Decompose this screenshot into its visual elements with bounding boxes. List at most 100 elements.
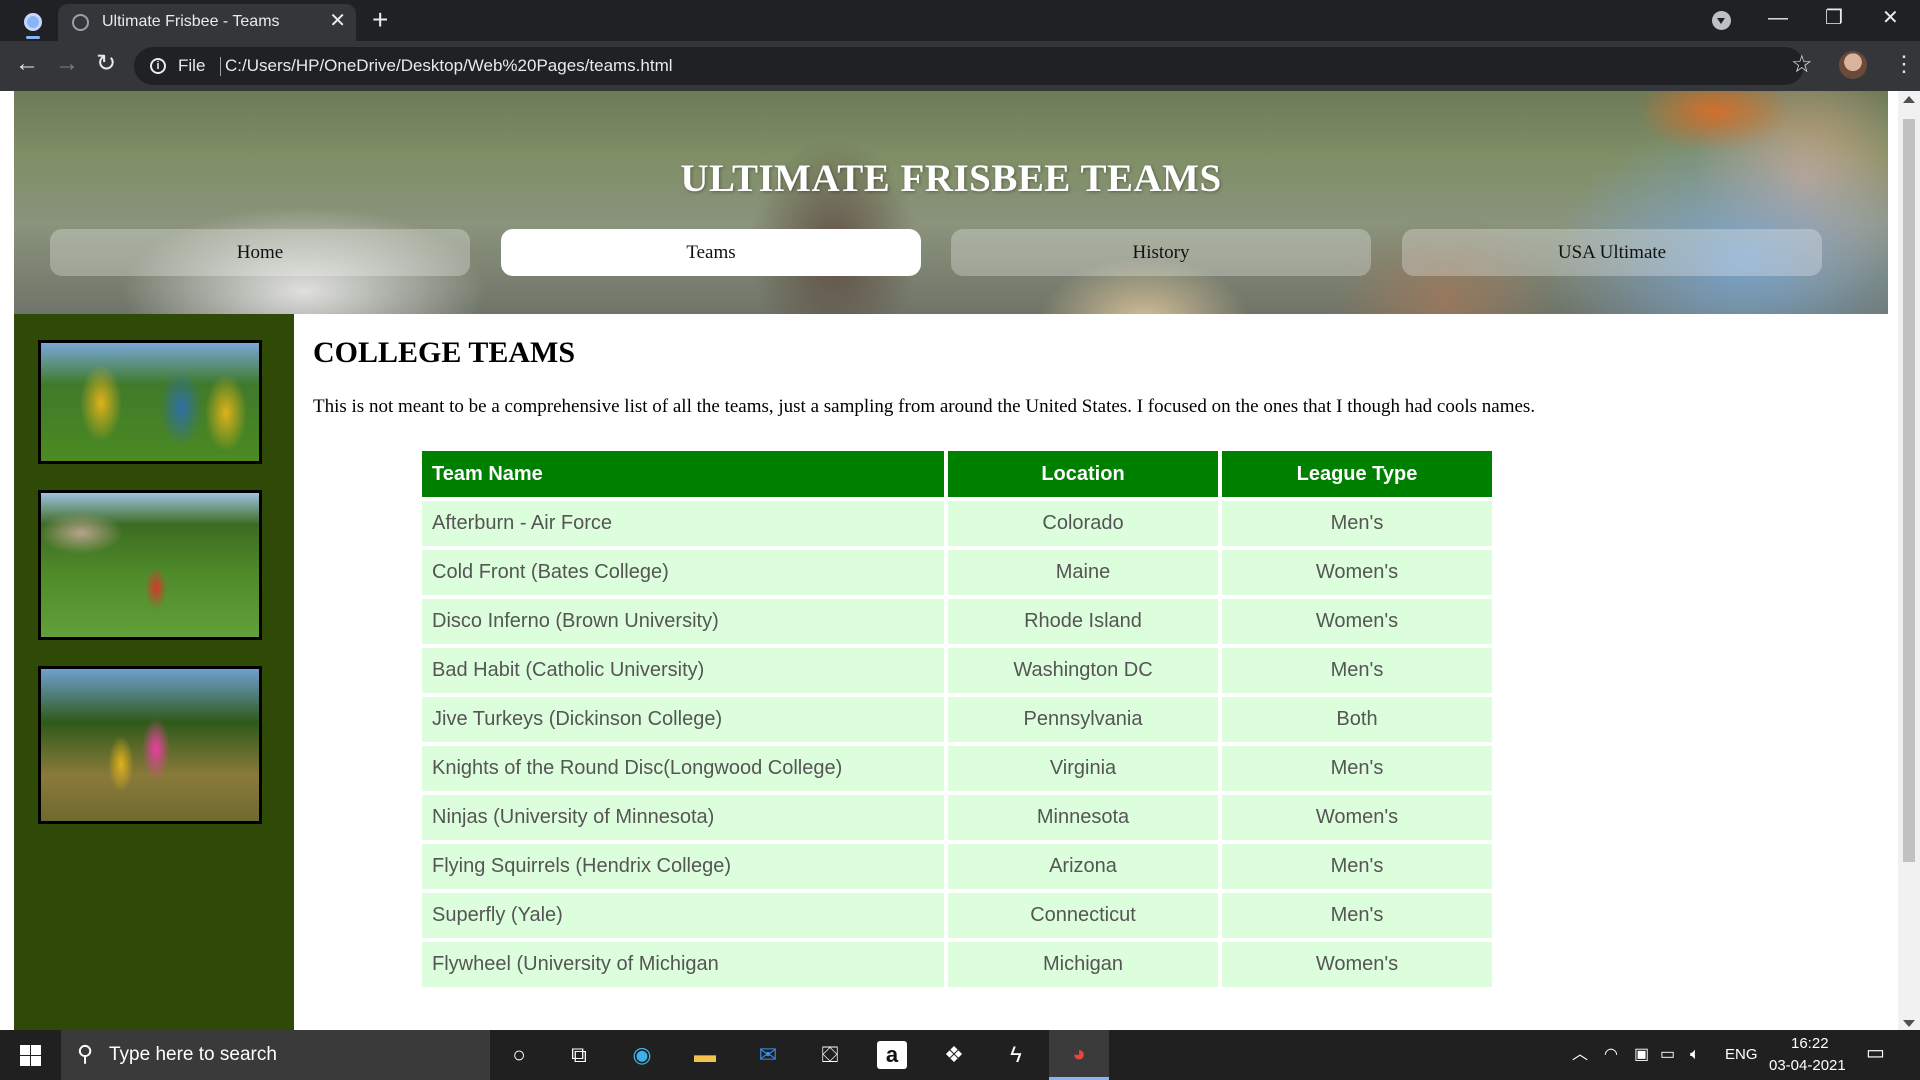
page-scrollbar[interactable]	[1898, 91, 1920, 1030]
page-header-banner: ULTIMATE FRISBEE TEAMS Home Teams Histor…	[14, 91, 1888, 314]
table-row: Disco Inferno (Brown University) Rhode I…	[422, 599, 1492, 644]
browser-tab-strip: Ultimate Frisbee - Teams ✕ + — ❐ ✕	[0, 0, 1920, 41]
scroll-up-arrow-icon[interactable]	[1903, 96, 1915, 103]
frisbee-game-photo	[38, 666, 262, 824]
team-name-cell: Afterburn - Air Force	[422, 501, 944, 546]
table-row: Afterburn - Air Force Colorado Men's	[422, 501, 1492, 546]
table-row: Jive Turkeys (Dickinson College) Pennsyl…	[422, 697, 1492, 742]
table-header-row: Team Name Location League Type	[422, 451, 1492, 497]
team-name-cell: Flywheel (University of Michigan	[422, 942, 944, 987]
intro-paragraph: This is not meant to be a comprehensive …	[313, 396, 1536, 417]
frisbee-players-photo	[38, 340, 262, 464]
edge-icon[interactable]: ◉	[627, 1041, 657, 1069]
url-text[interactable]: C:/Users/HP/OneDrive/Desktop/Web%20Pages…	[225, 56, 673, 76]
nav-usa-ultimate[interactable]: USA Ultimate	[1402, 229, 1822, 276]
location-cell: Michigan	[948, 942, 1218, 987]
table-row: Flying Squirrels (Hendrix College) Arizo…	[422, 844, 1492, 889]
location-cell: Connecticut	[948, 893, 1218, 938]
notification-icon[interactable]: ▭	[1866, 1043, 1885, 1063]
chrome-taskbar-button[interactable]: ◕	[1049, 1030, 1109, 1080]
location-cell: Colorado	[948, 501, 1218, 546]
location-cell: Rhode Island	[948, 599, 1218, 644]
language-indicator[interactable]: ENG	[1725, 1046, 1758, 1063]
forward-arrow-icon[interactable]: →	[55, 49, 79, 79]
nav-teams[interactable]: Teams	[501, 229, 921, 276]
tab-search-icon[interactable]	[24, 13, 42, 31]
league-type-cell: Men's	[1222, 893, 1492, 938]
taskbar-search-box[interactable]: ⚲ Type here to search	[61, 1030, 490, 1080]
address-bar[interactable]: i File C:/Users/HP/OneDrive/Desktop/Web%…	[134, 47, 1804, 85]
close-tab-icon[interactable]: ✕	[329, 9, 346, 33]
league-type-cell: Women's	[1222, 550, 1492, 595]
scroll-down-arrow-icon[interactable]	[1903, 1020, 1915, 1027]
team-name-cell: Disco Inferno (Brown University)	[422, 599, 944, 644]
column-header-team-name: Team Name	[422, 451, 944, 497]
new-tab-button[interactable]: +	[372, 4, 388, 36]
location-cell: Washington DC	[948, 648, 1218, 693]
location-cell: Pennsylvania	[948, 697, 1218, 742]
location-cell: Virginia	[948, 746, 1218, 791]
sidebar	[14, 314, 294, 1030]
scrollbar-thumb[interactable]	[1903, 119, 1915, 862]
nav-home[interactable]: Home	[50, 229, 470, 276]
league-type-cell: Men's	[1222, 844, 1492, 889]
minimize-button[interactable]: —	[1768, 4, 1788, 32]
page-container: ULTIMATE FRISBEE TEAMS Home Teams Histor…	[14, 91, 1888, 1030]
windows-start-icon[interactable]	[20, 1045, 41, 1066]
reload-icon[interactable]: ↻	[96, 49, 116, 79]
location-cell: Arizona	[948, 844, 1218, 889]
device-icon[interactable]: ▣	[1634, 1045, 1649, 1065]
table-row: Superfly (Yale) Connecticut Men's	[422, 893, 1492, 938]
clock-time[interactable]: 16:22	[1791, 1035, 1829, 1052]
search-placeholder: Type here to search	[109, 1044, 277, 1065]
search-icon: ⚲	[77, 1041, 94, 1066]
tab-search-dropdown-icon[interactable]	[1712, 11, 1731, 30]
league-type-cell: Men's	[1222, 746, 1492, 791]
team-name-cell: Jive Turkeys (Dickinson College)	[422, 697, 944, 742]
nav-history[interactable]: History	[951, 229, 1371, 276]
show-hidden-icons-chevron-icon[interactable]: ︿	[1572, 1045, 1588, 1065]
close-window-button[interactable]: ✕	[1882, 4, 1899, 32]
location-cell: Maine	[948, 550, 1218, 595]
volume-icon[interactable]: 🔈︎	[1690, 1045, 1700, 1065]
team-name-cell: Cold Front (Bates College)	[422, 550, 944, 595]
globe-icon	[72, 14, 89, 31]
restore-button[interactable]: ❐	[1825, 4, 1843, 32]
store-icon[interactable]: ⛋	[815, 1041, 845, 1069]
tab-search-indicator	[26, 36, 40, 39]
browser-menu-icon[interactable]: ⋮	[1893, 49, 1915, 79]
task-view-icon[interactable]: ⧉	[564, 1041, 594, 1069]
dropbox-icon[interactable]: ❖	[939, 1041, 969, 1069]
league-type-cell: Men's	[1222, 501, 1492, 546]
windows-taskbar: ⚲ Type here to search ○ ⧉ ◉ ▬ ✉ ⛋ a ❖ ϟ …	[0, 1030, 1920, 1080]
battery-icon[interactable]: ▭	[1660, 1045, 1675, 1065]
amazon-icon[interactable]: a	[877, 1041, 907, 1069]
league-type-cell: Women's	[1222, 942, 1492, 987]
profile-avatar[interactable]	[1839, 51, 1867, 79]
back-arrow-icon[interactable]: ←	[15, 49, 39, 79]
info-icon[interactable]: i	[150, 58, 166, 74]
teams-table: Team Name Location League Type Afterburn…	[418, 447, 1496, 991]
table-row: Bad Habit (Catholic University) Washingt…	[422, 648, 1492, 693]
tab-title: Ultimate Frisbee - Teams	[102, 13, 280, 30]
column-header-location: Location	[948, 451, 1218, 497]
address-separator	[220, 57, 221, 76]
wifi-icon[interactable]: ◠	[1604, 1045, 1618, 1065]
page-viewport: ULTIMATE FRISBEE TEAMS Home Teams Histor…	[0, 91, 1920, 1030]
app-icon[interactable]: ϟ	[1001, 1041, 1031, 1069]
league-type-cell: Both	[1222, 697, 1492, 742]
mail-icon[interactable]: ✉	[753, 1041, 783, 1069]
team-name-cell: Ninjas (University of Minnesota)	[422, 795, 944, 840]
column-header-league-type: League Type	[1222, 451, 1492, 497]
browser-tab[interactable]: Ultimate Frisbee - Teams ✕	[58, 4, 356, 41]
clock-date[interactable]: 03-04-2021	[1769, 1057, 1846, 1074]
cortana-icon[interactable]: ○	[504, 1041, 534, 1069]
table-row: Knights of the Round Disc(Longwood Colle…	[422, 746, 1492, 791]
file-explorer-icon[interactable]: ▬	[690, 1041, 720, 1069]
team-name-cell: Superfly (Yale)	[422, 893, 944, 938]
main-content: COLLEGE TEAMS This is not meant to be a …	[294, 314, 1888, 1030]
file-label: File	[178, 56, 206, 75]
team-name-cell: Bad Habit (Catholic University)	[422, 648, 944, 693]
browser-toolbar: ← → ↻ i File C:/Users/HP/OneDrive/Deskto…	[0, 41, 1920, 91]
bookmark-star-icon[interactable]: ☆	[1791, 51, 1813, 79]
